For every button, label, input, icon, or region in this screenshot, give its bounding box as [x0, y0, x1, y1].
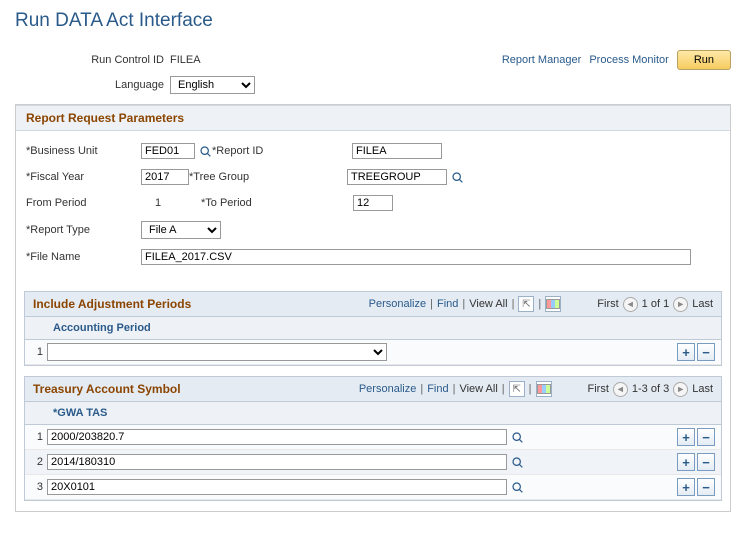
- delete-row-button[interactable]: −: [697, 478, 715, 496]
- gwa-tas-input[interactable]: [47, 429, 507, 445]
- personalize-link[interactable]: Personalize: [369, 298, 426, 310]
- to-period-label: *To Period: [201, 197, 353, 209]
- row-number: 3: [31, 481, 47, 493]
- gwa-tas-input[interactable]: [47, 454, 507, 470]
- delete-row-button[interactable]: −: [697, 428, 715, 446]
- lookup-icon[interactable]: [198, 144, 212, 158]
- find-link[interactable]: Find: [427, 383, 448, 395]
- accounting-period-select[interactable]: [47, 343, 387, 361]
- language-select[interactable]: English: [170, 76, 255, 94]
- run-control-id-value: FILEA: [170, 54, 201, 66]
- add-row-button[interactable]: +: [677, 343, 695, 361]
- grid-row: 1 +−: [25, 340, 721, 365]
- find-link[interactable]: Find: [437, 298, 458, 310]
- fiscal-year-label: *Fiscal Year: [26, 171, 141, 183]
- row-number: 1: [31, 431, 47, 443]
- view-all-link[interactable]: View All: [459, 383, 497, 395]
- report-request-parameters-header: Report Request Parameters: [16, 105, 730, 131]
- grid-range: 1 of 1: [642, 298, 670, 310]
- tree-group-input[interactable]: [347, 169, 447, 185]
- page-title: Run DATA Act Interface: [15, 10, 731, 32]
- add-row-button[interactable]: +: [677, 453, 695, 471]
- report-manager-link[interactable]: Report Manager: [502, 54, 582, 66]
- report-type-label: *Report Type: [26, 224, 141, 236]
- gwa-tas-column[interactable]: *GWA TAS: [25, 402, 721, 425]
- to-period-input[interactable]: [353, 195, 393, 211]
- gwa-tas-input[interactable]: [47, 479, 507, 495]
- download-icon[interactable]: [545, 296, 561, 312]
- run-button[interactable]: Run: [677, 50, 731, 70]
- grid-range: 1-3 of 3: [632, 383, 669, 395]
- prev-arrow-icon[interactable]: ◄: [613, 382, 628, 397]
- tree-group-label: *Tree Group: [189, 171, 347, 183]
- report-id-input[interactable]: [352, 143, 442, 159]
- next-arrow-icon[interactable]: ►: [673, 297, 688, 312]
- grid-row: 1 +−: [25, 425, 721, 450]
- row-number: 2: [31, 456, 47, 468]
- last-link[interactable]: Last: [692, 383, 713, 395]
- view-all-link[interactable]: View All: [469, 298, 507, 310]
- treasury-account-symbol-grid: Treasury Account Symbol Personalize | Fi…: [24, 376, 722, 501]
- report-id-label: *Report ID: [212, 145, 352, 157]
- lookup-icon[interactable]: [510, 455, 524, 469]
- add-row-button[interactable]: +: [677, 428, 695, 446]
- report-type-select[interactable]: File A: [141, 221, 221, 239]
- grid-title: Include Adjustment Periods: [33, 297, 191, 311]
- row-number: 1: [31, 346, 47, 358]
- personalize-link[interactable]: Personalize: [359, 383, 416, 395]
- business-unit-label: *Business Unit: [26, 145, 141, 157]
- zoom-icon[interactable]: ⇱: [509, 381, 525, 397]
- add-row-button[interactable]: +: [677, 478, 695, 496]
- lookup-icon[interactable]: [510, 430, 524, 444]
- last-link[interactable]: Last: [692, 298, 713, 310]
- grid-row: 2 +−: [25, 450, 721, 475]
- download-icon[interactable]: [536, 381, 552, 397]
- grid-title: Treasury Account Symbol: [33, 382, 181, 396]
- include-adjustment-periods-grid: Include Adjustment Periods Personalize |…: [24, 291, 722, 366]
- delete-row-button[interactable]: −: [697, 343, 715, 361]
- file-name-label: *File Name: [26, 251, 141, 263]
- grid-row: 3 +−: [25, 475, 721, 500]
- from-period-label: From Period: [26, 197, 141, 209]
- first-link[interactable]: First: [597, 298, 618, 310]
- accounting-period-column[interactable]: Accounting Period: [25, 317, 721, 340]
- lookup-icon[interactable]: [510, 480, 524, 494]
- zoom-icon[interactable]: ⇱: [518, 296, 534, 312]
- language-label: Language: [15, 79, 170, 91]
- first-link[interactable]: First: [588, 383, 609, 395]
- lookup-icon[interactable]: [450, 170, 464, 184]
- delete-row-button[interactable]: −: [697, 453, 715, 471]
- from-period-value: 1: [141, 197, 201, 209]
- file-name-input[interactable]: [141, 249, 691, 265]
- prev-arrow-icon[interactable]: ◄: [623, 297, 638, 312]
- next-arrow-icon[interactable]: ►: [673, 382, 688, 397]
- run-control-id-label: Run Control ID: [15, 54, 170, 66]
- fiscal-year-input[interactable]: [141, 169, 189, 185]
- process-monitor-link[interactable]: Process Monitor: [589, 54, 668, 66]
- business-unit-input[interactable]: [141, 143, 195, 159]
